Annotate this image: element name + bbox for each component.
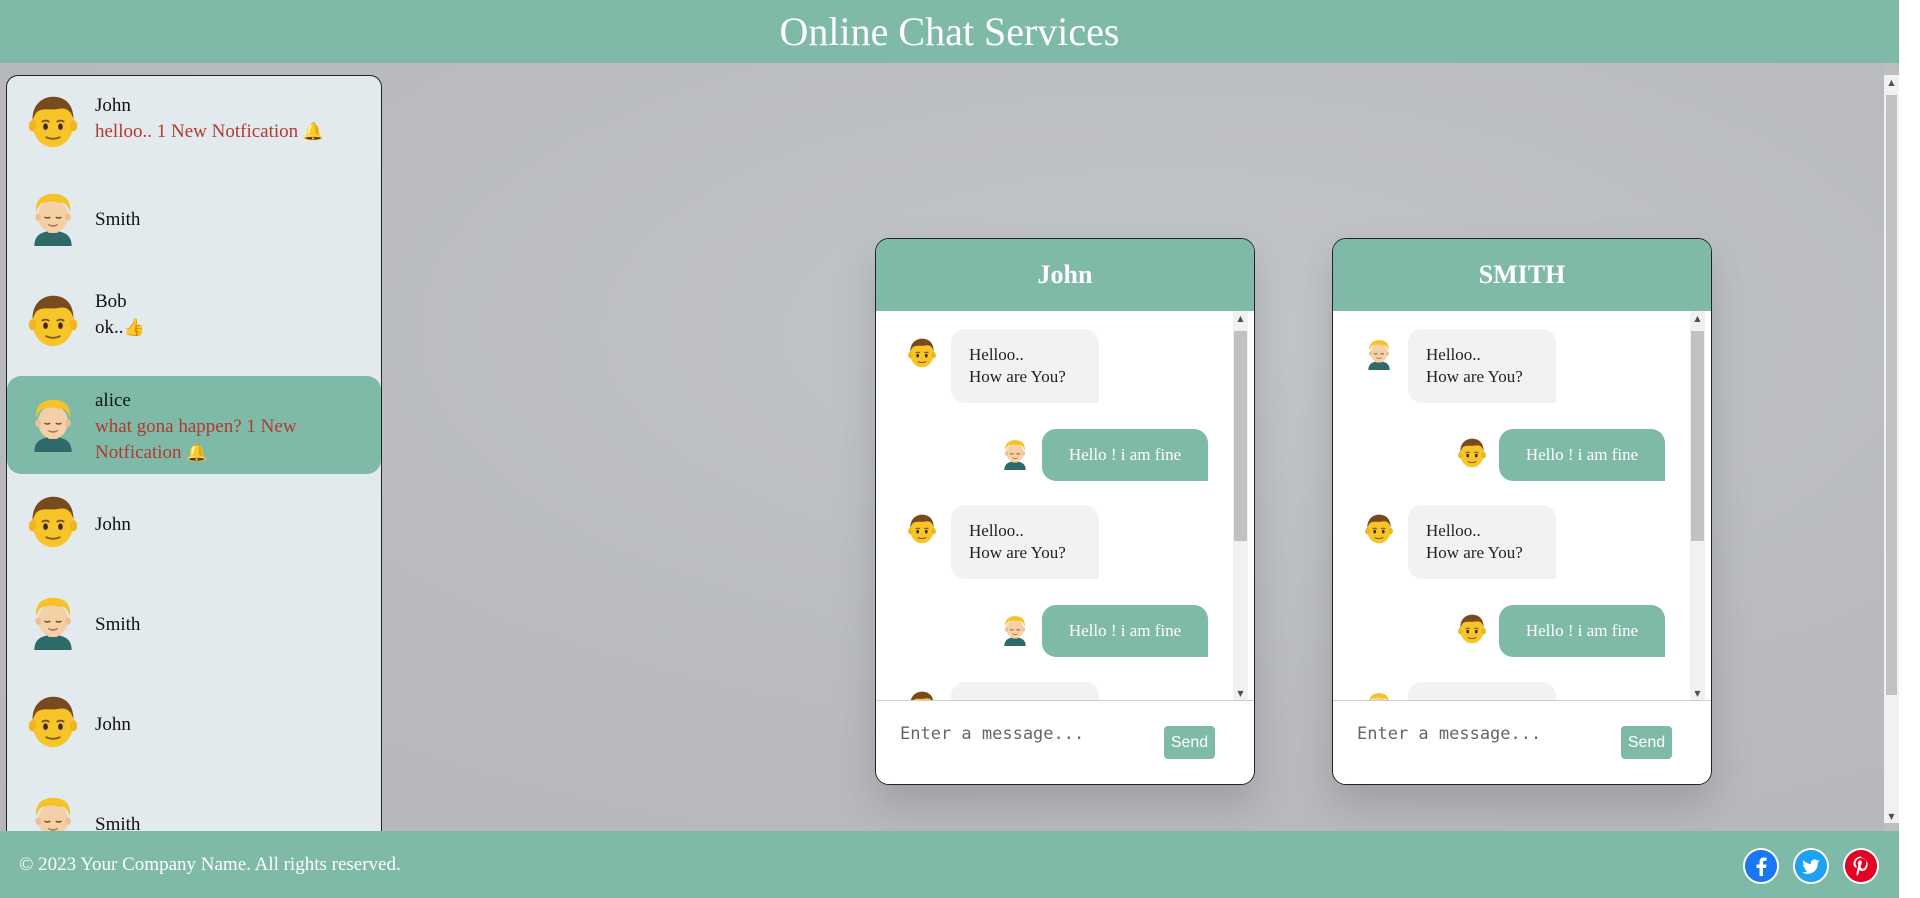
contact-name: John bbox=[95, 514, 131, 535]
contact-item-alice[interactable]: alice what gona happen? 1 New Notficatio… bbox=[7, 376, 381, 474]
send-button[interactable]: Send bbox=[1621, 726, 1672, 759]
message-text: Hello ! i am fine bbox=[1068, 445, 1182, 464]
page-scrollbar[interactable]: ▲ ▼ bbox=[1884, 75, 1899, 823]
blond-person-icon bbox=[23, 792, 83, 835]
contact-name: Smith bbox=[95, 209, 141, 230]
facebook-icon[interactable] bbox=[1743, 848, 1779, 884]
scroll-down-icon[interactable]: ▼ bbox=[1884, 809, 1899, 823]
blond-person-icon bbox=[999, 435, 1031, 475]
message-text: Helloo.. bbox=[1426, 345, 1481, 364]
boy-face-icon bbox=[906, 511, 938, 551]
contact-item-bob[interactable]: Bob ok..👍 bbox=[7, 272, 381, 372]
message-bubble: Helloo.. How are You? bbox=[1408, 505, 1556, 579]
site-header: Online Chat Services bbox=[0, 0, 1899, 63]
message-text: Helloo.. bbox=[969, 345, 1024, 364]
chat-composer: Send bbox=[1333, 700, 1711, 784]
boy-face-icon bbox=[906, 688, 938, 700]
contact-message: helloo.. 1 New Notfication bbox=[95, 121, 299, 142]
scroll-down-icon[interactable]: ▼ bbox=[1233, 686, 1248, 700]
message-bubble bbox=[951, 682, 1099, 700]
chat-window-smith[interactable]: SMITH Helloo.. How are You? Hello ! i am… bbox=[1332, 238, 1712, 785]
scroll-up-icon[interactable]: ▲ bbox=[1690, 311, 1705, 325]
chat-title: John bbox=[1037, 260, 1093, 289]
page-scrollbar-thumb[interactable] bbox=[1886, 95, 1897, 695]
contact-name: Bob bbox=[95, 291, 127, 312]
message-text: How are You? bbox=[1426, 367, 1523, 386]
message-text: How are You? bbox=[969, 543, 1066, 562]
message-bubble bbox=[1408, 682, 1556, 700]
message-bubble: Hello ! i am fine bbox=[1042, 429, 1208, 481]
message-list[interactable]: Helloo.. How are You? Hello ! i am fine … bbox=[1333, 311, 1711, 700]
blond-person-icon bbox=[23, 394, 83, 454]
chat-scrollbar[interactable]: ▲ ▼ bbox=[1690, 311, 1705, 700]
message-text: Hello ! i am fine bbox=[1525, 445, 1639, 464]
bell-icon: 🔔 bbox=[302, 122, 325, 142]
message-input[interactable] bbox=[894, 719, 1144, 749]
blond-person-icon bbox=[999, 611, 1031, 651]
blond-person-icon bbox=[1363, 688, 1395, 700]
chat-composer: Send bbox=[876, 700, 1254, 784]
message-bubble: Hello ! i am fine bbox=[1499, 429, 1665, 481]
message-text: How are You? bbox=[1426, 543, 1523, 562]
contact-name: John bbox=[95, 714, 131, 735]
page-title: Online Chat Services bbox=[779, 9, 1120, 54]
contact-item-smith[interactable]: Smith bbox=[7, 172, 381, 272]
scroll-down-icon[interactable]: ▼ bbox=[1690, 686, 1705, 700]
chat-scrollbar[interactable]: ▲ ▼ bbox=[1233, 311, 1248, 700]
boy-face-icon bbox=[1363, 511, 1395, 551]
site-footer: © 2023 Your Company Name. All rights res… bbox=[0, 831, 1899, 898]
contact-item-smith[interactable]: Smith bbox=[7, 774, 381, 835]
boy-face-icon bbox=[23, 92, 83, 152]
chat-title: SMITH bbox=[1478, 260, 1566, 289]
contact-list[interactable]: John helloo.. 1 New Notfication 🔔 Smith … bbox=[6, 75, 382, 835]
chat-header: John bbox=[876, 239, 1254, 311]
boy-face-icon bbox=[23, 692, 83, 752]
twitter-icon[interactable] bbox=[1793, 848, 1829, 884]
scroll-up-icon[interactable]: ▲ bbox=[1233, 311, 1248, 325]
contact-item-john[interactable]: John bbox=[7, 474, 381, 574]
message-text: Hello ! i am fine bbox=[1068, 621, 1182, 640]
boy-face-icon bbox=[23, 291, 83, 351]
message-bubble: Helloo.. How are You? bbox=[951, 329, 1099, 403]
bell-icon: 🔔 bbox=[186, 443, 208, 463]
blond-person-icon bbox=[23, 592, 83, 652]
pinterest-icon[interactable] bbox=[1843, 848, 1879, 884]
contact-item-john[interactable]: John helloo.. 1 New Notfication 🔔 bbox=[7, 76, 381, 172]
chat-header: SMITH bbox=[1333, 239, 1711, 311]
copyright-text: © 2023 Your Company Name. All rights res… bbox=[19, 853, 401, 875]
chat-scrollbar-thumb[interactable] bbox=[1691, 331, 1704, 541]
boy-face-icon bbox=[1456, 611, 1488, 651]
boy-face-icon bbox=[23, 492, 83, 552]
boy-face-icon bbox=[906, 335, 938, 375]
chat-scrollbar-thumb[interactable] bbox=[1234, 331, 1247, 541]
contact-message: ok.. bbox=[95, 317, 124, 338]
message-bubble: Helloo.. How are You? bbox=[951, 505, 1099, 579]
contact-item-john[interactable]: John bbox=[7, 674, 381, 774]
boy-face-icon bbox=[1456, 435, 1488, 475]
contact-name: Smith bbox=[95, 614, 141, 635]
message-bubble: Helloo.. How are You? bbox=[1408, 329, 1556, 403]
blond-person-icon bbox=[23, 188, 83, 248]
message-bubble: Hello ! i am fine bbox=[1499, 605, 1665, 657]
thumbs-up-icon: 👍 bbox=[123, 318, 145, 338]
chat-window-john[interactable]: John Helloo.. How are You? Hello ! i am … bbox=[875, 238, 1255, 785]
contact-name: alice bbox=[95, 390, 131, 411]
message-list[interactable]: Helloo.. How are You? Hello ! i am fine … bbox=[876, 311, 1254, 700]
send-button[interactable]: Send bbox=[1164, 726, 1215, 759]
message-bubble: Hello ! i am fine bbox=[1042, 605, 1208, 657]
blond-person-icon bbox=[1363, 335, 1395, 375]
message-text: Helloo.. bbox=[1426, 521, 1481, 540]
contact-name: John bbox=[95, 95, 131, 116]
message-text: Helloo.. bbox=[969, 521, 1024, 540]
message-input[interactable] bbox=[1351, 719, 1601, 749]
message-text: Hello ! i am fine bbox=[1525, 621, 1639, 640]
message-text: How are You? bbox=[969, 367, 1066, 386]
scroll-up-icon[interactable]: ▲ bbox=[1884, 75, 1899, 89]
contact-item-smith[interactable]: Smith bbox=[7, 574, 381, 674]
window-edge bbox=[1899, 0, 1920, 898]
